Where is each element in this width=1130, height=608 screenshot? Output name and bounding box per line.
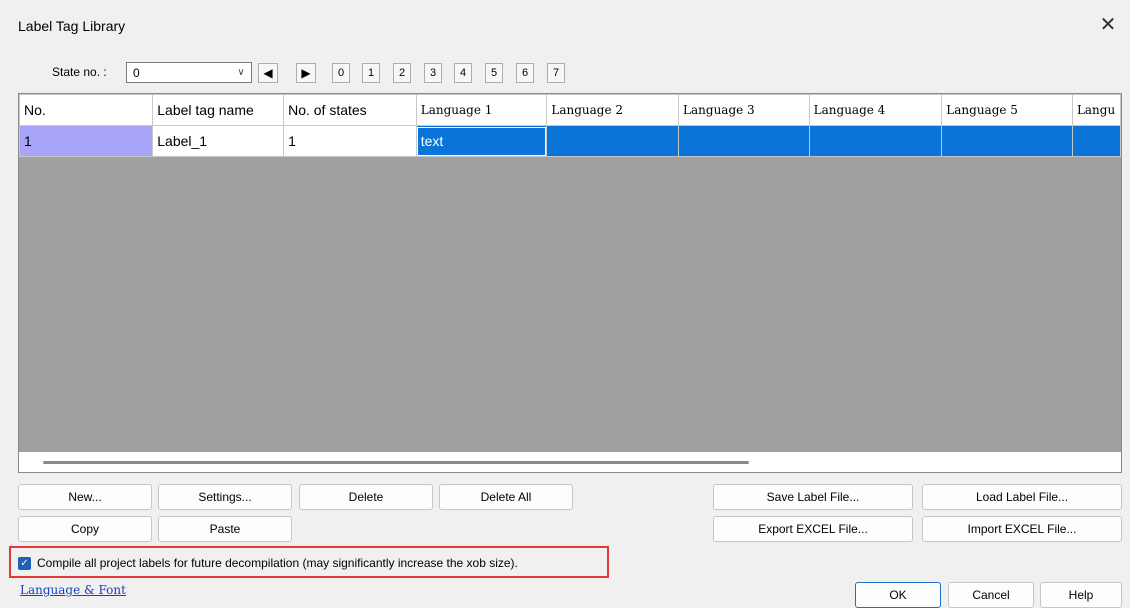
- cell-label-tag-name[interactable]: Label_1: [152, 125, 285, 157]
- state-button-6[interactable]: 6: [516, 63, 534, 83]
- col-header-no[interactable]: No.: [19, 94, 154, 126]
- chevron-down-icon: ∨: [237, 67, 245, 78]
- col-header-language-3[interactable]: Language 3: [678, 94, 810, 126]
- state-button-7[interactable]: 7: [547, 63, 565, 83]
- header-row: No. Label tag name No. of states Languag…: [19, 94, 1121, 126]
- compile-checkbox-label[interactable]: Compile all project labels for future de…: [37, 556, 518, 570]
- copy-button[interactable]: Copy: [18, 516, 152, 542]
- compile-checkbox[interactable]: ✓: [18, 557, 31, 570]
- state-button-4[interactable]: 4: [454, 63, 472, 83]
- state-button-1[interactable]: 1: [362, 63, 380, 83]
- help-button[interactable]: Help: [1040, 582, 1122, 608]
- col-header-no-of-states[interactable]: No. of states: [283, 94, 417, 126]
- label-table: No. Label tag name No. of states Languag…: [19, 94, 1121, 157]
- state-button-3[interactable]: 3: [424, 63, 442, 83]
- new-button[interactable]: New...: [18, 484, 152, 510]
- export-excel-file-button[interactable]: Export EXCEL File...: [713, 516, 913, 542]
- save-label-file-button[interactable]: Save Label File...: [713, 484, 913, 510]
- cell-language-1[interactable]: text: [415, 125, 548, 157]
- dialog-title: Label Tag Library: [18, 18, 126, 34]
- cell-no-of-states[interactable]: 1: [283, 125, 417, 157]
- state-button-0[interactable]: 0: [332, 63, 350, 83]
- col-header-language-5[interactable]: Language 5: [941, 94, 1073, 126]
- delete-button[interactable]: Delete: [299, 484, 433, 510]
- next-state-button[interactable]: ▶: [296, 63, 316, 83]
- state-no-value: 0: [133, 66, 140, 80]
- load-label-file-button[interactable]: Load Label File...: [922, 484, 1122, 510]
- title-bar: Label Tag Library ✕: [0, 0, 1130, 50]
- close-icon[interactable]: ✕: [1096, 14, 1120, 38]
- state-no-dropdown[interactable]: 0 ∨: [126, 62, 252, 83]
- delete-all-button[interactable]: Delete All: [439, 484, 573, 510]
- state-button-5[interactable]: 5: [485, 63, 503, 83]
- scrollbar-thumb[interactable]: [43, 461, 749, 464]
- horizontal-scrollbar[interactable]: [19, 452, 1121, 472]
- cell-language-3[interactable]: [678, 125, 810, 157]
- label-grid[interactable]: No. Label tag name No. of states Languag…: [18, 93, 1122, 473]
- col-header-language-6[interactable]: Langu: [1071, 94, 1121, 126]
- col-header-language-2[interactable]: Language 2: [546, 94, 680, 126]
- col-header-label-tag-name[interactable]: Label tag name: [152, 94, 285, 126]
- state-button-2[interactable]: 2: [393, 63, 411, 83]
- col-header-language-1[interactable]: Language 1: [415, 94, 548, 126]
- import-excel-file-button[interactable]: Import EXCEL File...: [922, 516, 1122, 542]
- state-row: State no. : 0 ∨ ◀ ▶ 0 1 2 3 4 5 6 7: [0, 60, 1130, 86]
- paste-button[interactable]: Paste: [158, 516, 292, 542]
- settings-button[interactable]: Settings...: [158, 484, 292, 510]
- col-header-language-4[interactable]: Language 4: [808, 94, 943, 126]
- state-no-label: State no. :: [52, 65, 107, 79]
- compile-option-highlight: ✓ Compile all project labels for future …: [9, 546, 609, 578]
- prev-state-button[interactable]: ◀: [258, 63, 278, 83]
- cell-language-4[interactable]: [808, 125, 943, 157]
- ok-button[interactable]: OK: [855, 582, 941, 608]
- cell-language-6[interactable]: [1071, 125, 1121, 157]
- cell-language-2[interactable]: [546, 125, 680, 157]
- cell-no[interactable]: 1: [19, 125, 154, 157]
- label-tag-library-dialog: Label Tag Library ✕ State no. : 0 ∨ ◀ ▶ …: [0, 0, 1130, 608]
- table-row[interactable]: 1 Label_1 1 text: [19, 125, 1121, 157]
- cancel-button[interactable]: Cancel: [948, 582, 1034, 608]
- cell-language-5[interactable]: [941, 125, 1073, 157]
- grid-empty-area: [19, 156, 1121, 452]
- language-font-link[interactable]: Language & Font: [20, 583, 126, 597]
